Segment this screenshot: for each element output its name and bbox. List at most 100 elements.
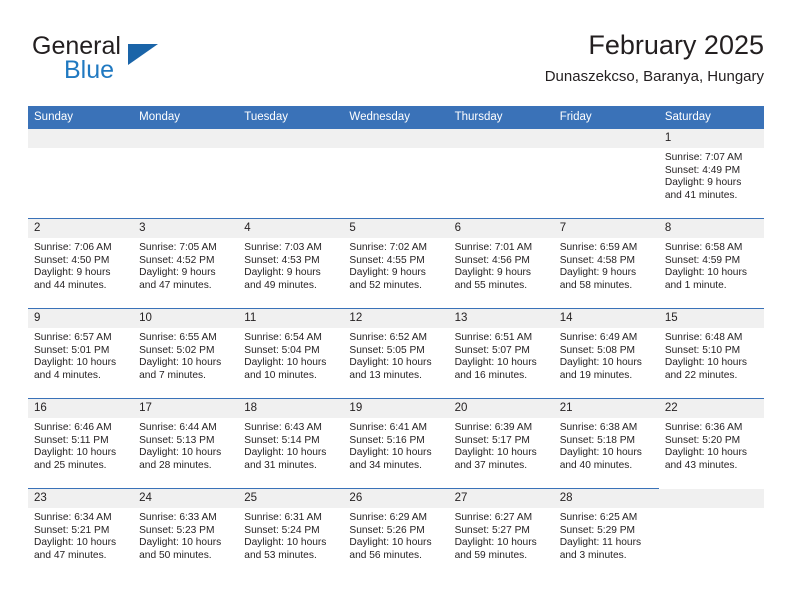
day-details: Sunrise: 6:33 AM Sunset: 5:23 PM Daylight:… [133, 508, 238, 562]
day-number [448, 128, 554, 148]
weekday-header-row: Sunday Monday Tuesday Wednesday Thursday… [28, 106, 764, 129]
sunset-text: Sunset: 4:49 PM [664, 164, 741, 176]
day-number: 14 [553, 309, 659, 328]
calendar-day-cell: 22 Sunrise: 6:36 AM Sunset: 5:20 PM Dayligh… [658, 398, 764, 489]
daylight-text: Daylight: 9 hours and 58 minutes. [559, 267, 637, 291]
daylight-text: Daylight: 10 hours and 40 minutes. [559, 447, 642, 471]
day-number [238, 128, 344, 148]
daylight-text: Daylight: 9 hours and 55 minutes. [454, 267, 532, 291]
sunset-text: Sunset: 5:27 PM [454, 524, 530, 536]
calendar-week-row: 9 Sunrise: 6:57 AM Sunset: 5:01 PM Daylight… [28, 308, 764, 399]
sunset-text: Sunset: 5:08 PM [559, 344, 636, 356]
day-details: Sunrise: 6:25 AM Sunset: 5:29 PM Daylight:… [554, 508, 659, 562]
sunrise-text: Sunrise: 6:33 AM [139, 512, 217, 523]
calendar-week-row: 16 Sunrise: 6:46 AM Sunset: 5:11 PM Dayligh… [28, 398, 764, 489]
day-number: 4 [238, 219, 344, 238]
sunrise-text: Sunrise: 6:36 AM [664, 422, 743, 433]
day-number: 2 [28, 219, 134, 238]
sunrise-text: Sunrise: 6:39 AM [454, 422, 533, 433]
day-number: 20 [448, 399, 554, 418]
day-number: 8 [658, 219, 764, 238]
day-number [553, 128, 659, 148]
daylight-text: Daylight: 10 hours and 56 minutes. [349, 537, 432, 561]
sunset-text: Sunset: 5:01 PM [34, 344, 110, 356]
sunset-text: Sunset: 5:13 PM [139, 434, 215, 446]
daylight-text: Daylight: 10 hours and 34 minutes. [349, 447, 432, 471]
page-subtitle: Dunaszekcso, Baranya, Hungary [544, 68, 764, 85]
day-details: Sunrise: 6:29 AM Sunset: 5:26 PM Daylight:… [343, 508, 448, 562]
daylight-text: Daylight: 10 hours and 50 minutes. [139, 537, 222, 561]
sunrise-text: Sunrise: 6:57 AM [34, 332, 112, 343]
day-number: 25 [238, 489, 344, 508]
day-number: 22 [658, 399, 764, 418]
sunset-text: Sunset: 4:55 PM [349, 254, 425, 266]
day-details: Sunrise: 6:44 AM Sunset: 5:13 PM Daylight:… [133, 418, 238, 472]
sunrise-text: Sunrise: 6:29 AM [349, 512, 428, 523]
sunrise-text: Sunrise: 7:02 AM [349, 242, 428, 253]
calendar-day-cell: 12 Sunrise: 6:52 AM Sunset: 5:05 PM Dayligh… [343, 308, 449, 399]
sunset-text: Sunset: 5:26 PM [349, 524, 425, 536]
calendar-day-cell: 23 Sunrise: 6:34 AM Sunset: 5:21 PM Dayligh… [28, 488, 134, 579]
daylight-text: Daylight: 9 hours and 49 minutes. [244, 267, 321, 291]
sunrise-text: Sunrise: 7:03 AM [244, 242, 322, 253]
day-details: Sunrise: 6:59 AM Sunset: 4:58 PM Daylight:… [554, 238, 659, 292]
daylight-text: Daylight: 10 hours and 19 minutes. [559, 357, 642, 381]
calendar-day-cell: 7 Sunrise: 6:59 AM Sunset: 4:58 PM Daylight… [553, 218, 659, 309]
calendar-week-row: 23 Sunrise: 6:34 AM Sunset: 5:21 PM Dayligh… [28, 488, 764, 579]
calendar-day-cell: 21 Sunrise: 6:38 AM Sunset: 5:18 PM Dayligh… [553, 398, 659, 489]
page-title: February 2025 [588, 30, 764, 60]
day-number: 28 [553, 489, 659, 508]
calendar-day-cell: 27 Sunrise: 6:27 AM Sunset: 5:27 PM Dayligh… [448, 488, 554, 579]
day-details: Sunrise: 6:46 AM Sunset: 5:11 PM Daylight:… [28, 418, 133, 472]
sunrise-text: Sunrise: 6:31 AM [244, 512, 322, 523]
day-number [658, 488, 764, 508]
logo-text-blue: Blue [64, 56, 115, 84]
day-number: 17 [133, 399, 239, 418]
sunset-text: Sunset: 5:07 PM [454, 344, 530, 356]
sunrise-text: Sunrise: 7:06 AM [34, 242, 112, 253]
sunset-text: Sunset: 4:52 PM [139, 254, 215, 266]
day-details: Sunrise: 6:54 AM Sunset: 5:04 PM Daylight:… [238, 328, 343, 382]
sunset-text: Sunset: 5:20 PM [664, 434, 741, 446]
day-details: Sunrise: 6:51 AM Sunset: 5:07 PM Daylight:… [449, 328, 554, 382]
sunset-text: Sunset: 5:17 PM [454, 434, 530, 446]
sunrise-text: Sunrise: 6:54 AM [244, 332, 322, 343]
day-number: 27 [448, 489, 554, 508]
day-details: Sunrise: 6:39 AM Sunset: 5:17 PM Daylight:… [449, 418, 554, 472]
calendar-day-cell: 25 Sunrise: 6:31 AM Sunset: 5:24 PM Dayligh… [238, 488, 344, 579]
calendar-day-cell: 9 Sunrise: 6:57 AM Sunset: 5:01 PM Daylight… [28, 308, 134, 399]
sunrise-text: Sunrise: 6:52 AM [349, 332, 428, 343]
sunset-text: Sunset: 4:50 PM [34, 254, 110, 266]
sunrise-text: Sunrise: 6:25 AM [559, 512, 638, 523]
day-number: 16 [28, 399, 134, 418]
daylight-text: Daylight: 9 hours and 47 minutes. [139, 267, 216, 291]
day-number [28, 128, 134, 148]
sunrise-text: Sunrise: 6:41 AM [349, 422, 428, 433]
day-details: Sunrise: 6:52 AM Sunset: 5:05 PM Daylight:… [343, 328, 448, 382]
day-number [343, 128, 449, 148]
sunrise-text: Sunrise: 6:43 AM [244, 422, 322, 433]
sunrise-text: Sunrise: 6:59 AM [559, 242, 638, 253]
calendar-week-row: 2 Sunrise: 7:06 AM Sunset: 4:50 PM Daylight… [28, 218, 764, 309]
day-number: 3 [133, 219, 239, 238]
daylight-text: Daylight: 10 hours and 22 minutes. [664, 357, 747, 381]
calendar-day-cell-empty [553, 128, 659, 219]
day-number: 21 [553, 399, 659, 418]
calendar-day-cell-empty [133, 128, 239, 219]
day-number: 10 [133, 309, 239, 328]
day-details: Sunrise: 6:48 AM Sunset: 5:10 PM Daylight:… [659, 328, 764, 382]
sunset-text: Sunset: 5:23 PM [139, 524, 215, 536]
sunset-text: Sunset: 5:05 PM [349, 344, 425, 356]
day-number: 26 [343, 489, 449, 508]
daylight-text: Daylight: 9 hours and 44 minutes. [34, 267, 111, 291]
daylight-text: Daylight: 9 hours and 41 minutes. [664, 177, 742, 201]
day-number [133, 128, 239, 148]
calendar-page: General Blue February 2025 Dunaszekcso, … [0, 0, 792, 612]
sunset-text: Sunset: 5:16 PM [349, 434, 425, 446]
calendar-day-cell-empty [448, 128, 554, 219]
calendar-day-cell-empty [28, 128, 134, 219]
calendar-day-cell: 10 Sunrise: 6:55 AM Sunset: 5:02 PM Dayligh… [133, 308, 239, 399]
sunset-text: Sunset: 4:58 PM [559, 254, 636, 266]
calendar-day-cell-empty [658, 488, 764, 579]
calendar-day-cell: 13 Sunrise: 6:51 AM Sunset: 5:07 PM Dayligh… [448, 308, 554, 399]
